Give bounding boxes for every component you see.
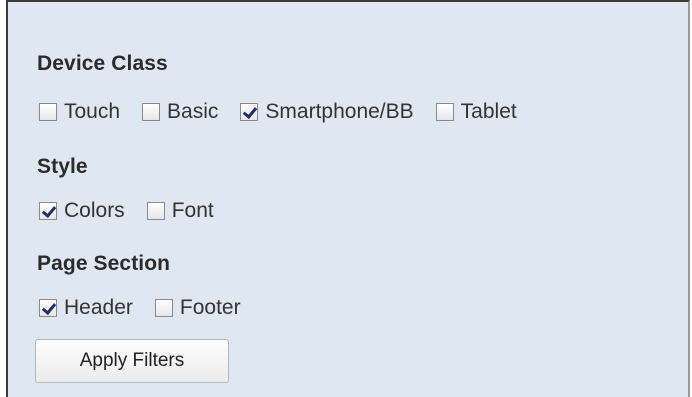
smartphone-bb-checkbox[interactable] — [240, 103, 259, 121]
footer-checkbox[interactable] — [154, 299, 173, 317]
tablet-label: Tablet — [460, 100, 517, 123]
style-heading: Style — [37, 155, 88, 178]
smartphone-bb-label: Smartphone/BB — [265, 100, 414, 123]
smartphone-bb-option[interactable]: Smartphone/BB — [240, 100, 414, 124]
colors-option[interactable]: Colors — [39, 199, 125, 223]
page-section-options: Header Footer — [39, 292, 263, 324]
page-section-heading: Page Section — [37, 252, 171, 275]
device-class-heading: Device Class — [37, 52, 168, 75]
font-label: Font — [171, 199, 214, 222]
tablet-option[interactable]: Tablet — [435, 100, 517, 124]
footer-label: Footer — [179, 296, 241, 319]
footer-option[interactable]: Footer — [154, 296, 241, 320]
apply-filters-button[interactable]: Apply Filters — [35, 339, 229, 383]
touch-option[interactable]: Touch — [39, 100, 120, 124]
touch-checkbox[interactable] — [39, 103, 57, 121]
header-checkbox[interactable] — [39, 299, 57, 317]
colors-checkbox[interactable] — [39, 202, 57, 220]
filter-panel: Device Class Touch Basic Smartphone/BB T… — [6, 0, 690, 397]
font-option[interactable]: Font — [146, 199, 214, 223]
basic-checkbox[interactable] — [142, 103, 161, 121]
colors-label: Colors — [64, 199, 125, 222]
basic-option[interactable]: Basic — [142, 100, 218, 124]
header-label: Header — [64, 296, 133, 319]
device-class-options: Touch Basic Smartphone/BB Tablet — [39, 96, 539, 128]
tablet-checkbox[interactable] — [435, 103, 454, 121]
touch-label: Touch — [64, 100, 121, 123]
basic-label: Basic — [167, 100, 219, 123]
header-option[interactable]: Header — [39, 296, 133, 320]
style-options: Colors Font — [39, 195, 236, 227]
page: Device Class Touch Basic Smartphone/BB T… — [0, 0, 692, 397]
font-checkbox[interactable] — [146, 202, 165, 220]
